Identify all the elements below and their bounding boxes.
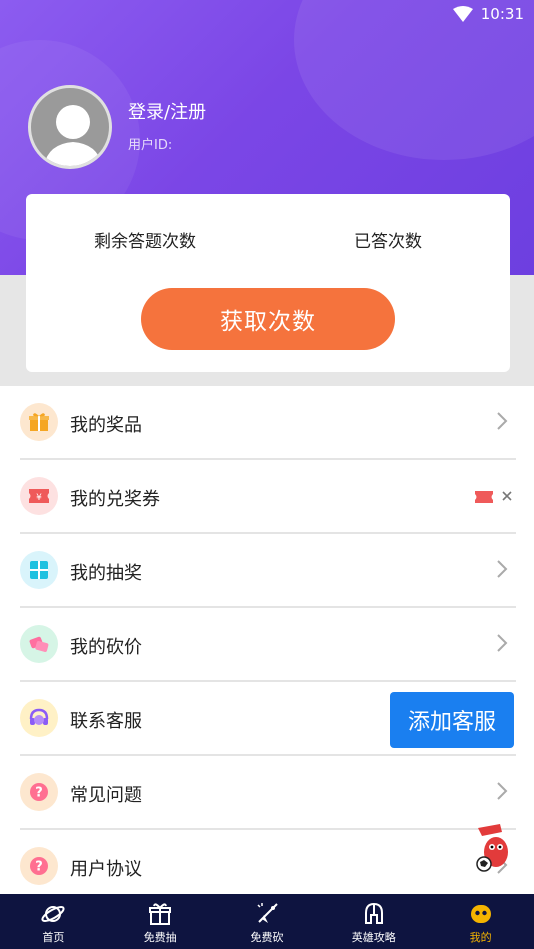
bottom-tab-bar: 首页 免费抽 免费砍 英雄攻略 我的 bbox=[0, 894, 534, 949]
answered-count-label: 已答次数 bbox=[354, 232, 422, 252]
svg-text:¥: ¥ bbox=[36, 493, 42, 503]
menu-item-prizes[interactable]: 我的奖品 bbox=[20, 386, 516, 460]
stats-card: 剩余答题次数 已答次数 获取次数 bbox=[26, 194, 510, 372]
mascot-sticker-icon[interactable] bbox=[470, 822, 522, 874]
status-bar: 10:31 bbox=[452, 0, 524, 28]
chevron-right-icon bbox=[497, 412, 508, 430]
svg-text:?: ? bbox=[35, 860, 43, 875]
menu-item-user-agreement[interactable]: ? 用户协议 bbox=[20, 830, 516, 904]
tab-free-bargain[interactable]: 免费砍 bbox=[214, 894, 321, 949]
tab-label: 免费抽 bbox=[143, 931, 177, 944]
face-icon bbox=[470, 905, 491, 923]
menu-item-label: 常见问题 bbox=[70, 785, 142, 806]
menu-item-label: 我的奖品 bbox=[70, 415, 142, 436]
bargain-icon bbox=[20, 625, 58, 663]
menu-item-bargain[interactable]: 我的砍价 bbox=[20, 608, 516, 682]
lottery-icon bbox=[20, 551, 58, 589]
chevron-right-icon bbox=[497, 782, 508, 800]
status-time: 10:31 bbox=[480, 5, 524, 23]
chevron-right-icon bbox=[497, 634, 508, 652]
rocket-icon bbox=[257, 903, 278, 923]
tab-label: 英雄攻略 bbox=[351, 931, 396, 944]
wifi-icon bbox=[452, 6, 473, 22]
headset-icon bbox=[20, 699, 58, 737]
menu-item-lottery[interactable]: 我的抽奖 bbox=[20, 534, 516, 608]
tab-label: 首页 bbox=[42, 931, 65, 944]
tab-home[interactable]: 首页 bbox=[0, 894, 107, 949]
gift-icon bbox=[149, 903, 172, 925]
helmet-icon bbox=[364, 902, 383, 924]
menu-item-coupons[interactable]: ¥ 我的兑奖券 bbox=[20, 460, 516, 534]
menu-item-label: 我的兑奖券 bbox=[70, 489, 160, 510]
planet-icon bbox=[41, 906, 65, 922]
tab-label: 免费砍 bbox=[250, 931, 284, 944]
menu-item-label: 我的抽奖 bbox=[70, 563, 142, 584]
tab-label: 我的 bbox=[469, 931, 492, 944]
tab-free-draw[interactable]: 免费抽 bbox=[107, 894, 214, 949]
close-icon[interactable] bbox=[502, 491, 512, 501]
menu-item-faq[interactable]: ? 常见问题 bbox=[20, 756, 516, 830]
menu-item-label: 联系客服 bbox=[70, 711, 142, 732]
remaining-answers-label: 剩余答题次数 bbox=[94, 232, 196, 252]
avatar[interactable] bbox=[28, 85, 112, 169]
chevron-right-icon bbox=[497, 560, 508, 578]
menu-item-label: 用户协议 bbox=[70, 859, 142, 880]
login-register-link[interactable]: 登录/注册 bbox=[128, 98, 206, 124]
coupon-icon: ¥ bbox=[20, 477, 58, 515]
menu-item-label: 我的砍价 bbox=[70, 637, 142, 658]
user-id-label: 用户ID: bbox=[128, 138, 173, 153]
gift-icon bbox=[20, 403, 58, 441]
svg-text:?: ? bbox=[35, 786, 43, 801]
coupon-badge-icon bbox=[475, 491, 493, 503]
tab-hero-guide[interactable]: 英雄攻略 bbox=[320, 894, 427, 949]
add-customer-service-button[interactable]: 添加客服 bbox=[390, 692, 514, 748]
tab-mine[interactable]: 我的 bbox=[427, 894, 534, 949]
question-icon: ? bbox=[20, 773, 58, 811]
question-icon: ? bbox=[20, 847, 58, 885]
get-count-button[interactable]: 获取次数 bbox=[141, 288, 395, 350]
menu-list: 我的奖品 ¥ 我的兑奖券 我的抽奖 我的砍价 联系客服 ? 常见问题 ? 用户协… bbox=[0, 386, 534, 894]
